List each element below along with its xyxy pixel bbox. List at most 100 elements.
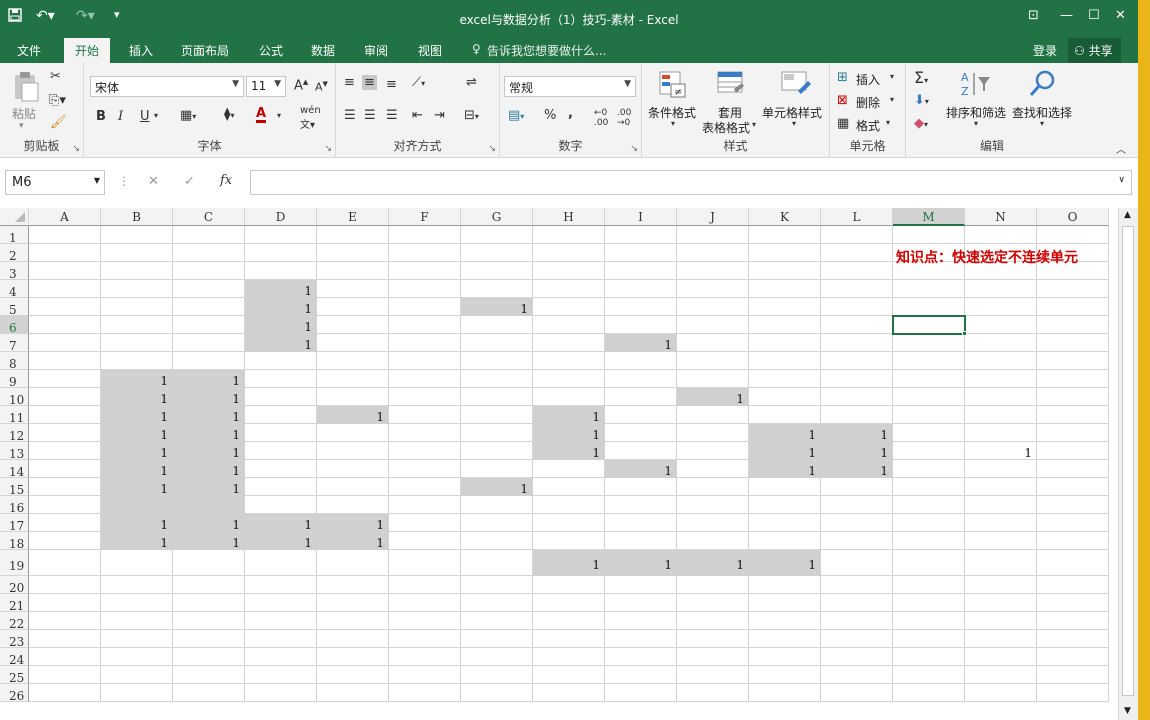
cell-d26[interactable]	[245, 684, 317, 702]
orientation-icon[interactable]: ⟋▾	[412, 75, 425, 90]
cell-styles-icon[interactable]	[780, 69, 812, 103]
cell-k26[interactable]	[749, 684, 821, 702]
cell-o19[interactable]	[1037, 550, 1109, 576]
cell-f15[interactable]	[389, 478, 461, 496]
cell-a20[interactable]	[29, 576, 101, 594]
cell-c25[interactable]	[173, 666, 245, 684]
cell-f3[interactable]	[389, 262, 461, 280]
cell-g1[interactable]	[461, 226, 533, 244]
cell-f9[interactable]	[389, 370, 461, 388]
cell-d7[interactable]: 1	[245, 334, 317, 352]
cell-a2[interactable]	[29, 244, 101, 262]
cell-b22[interactable]	[101, 612, 173, 630]
cell-m12[interactable]	[893, 424, 965, 442]
cell-c18[interactable]: 1	[173, 532, 245, 550]
cell-k8[interactable]	[749, 352, 821, 370]
cell-n17[interactable]	[965, 514, 1037, 532]
cell-e11[interactable]: 1	[317, 406, 389, 424]
select-all-corner[interactable]	[0, 208, 29, 226]
cell-i19[interactable]: 1	[605, 550, 677, 576]
align-left-icon[interactable]: ☰	[344, 108, 356, 123]
tab-page-layout[interactable]: 页面布局	[181, 42, 229, 59]
cell-n8[interactable]	[965, 352, 1037, 370]
cell-h8[interactable]	[533, 352, 605, 370]
cell-n20[interactable]	[965, 576, 1037, 594]
copy-icon[interactable]: ⎘▾	[49, 93, 66, 108]
cell-m4[interactable]	[893, 280, 965, 298]
format-painter-icon[interactable]: 🖌	[50, 115, 67, 130]
cell-c3[interactable]	[173, 262, 245, 280]
cell-f2[interactable]	[389, 244, 461, 262]
cell-n13[interactable]: 1	[965, 442, 1037, 460]
row-header-8[interactable]: 8	[0, 352, 29, 371]
cell-k21[interactable]	[749, 594, 821, 612]
font-size-select[interactable]: 11 ▼	[246, 76, 286, 97]
cell-e20[interactable]	[317, 576, 389, 594]
cell-m16[interactable]	[893, 496, 965, 514]
cell-j14[interactable]	[677, 460, 749, 478]
cell-n10[interactable]	[965, 388, 1037, 406]
decrease-font-icon[interactable]: A▼	[315, 80, 328, 94]
cell-j19[interactable]: 1	[677, 550, 749, 576]
cell-l23[interactable]	[821, 630, 893, 648]
cell-l8[interactable]	[821, 352, 893, 370]
cell-h9[interactable]	[533, 370, 605, 388]
cell-e3[interactable]	[317, 262, 389, 280]
cell-k7[interactable]	[749, 334, 821, 352]
row-header-25[interactable]: 25	[0, 666, 29, 685]
cell-k9[interactable]	[749, 370, 821, 388]
column-header-b[interactable]: B	[101, 208, 173, 226]
cell-m24[interactable]	[893, 648, 965, 666]
cell-l25[interactable]	[821, 666, 893, 684]
cell-l2[interactable]	[821, 244, 893, 262]
cell-n18[interactable]	[965, 532, 1037, 550]
cell-l16[interactable]	[821, 496, 893, 514]
cell-g9[interactable]	[461, 370, 533, 388]
row-header-22[interactable]: 22	[0, 612, 29, 631]
cell-l6[interactable]	[821, 316, 893, 334]
chevron-down-icon[interactable]: ▾	[671, 119, 675, 128]
cell-n16[interactable]	[965, 496, 1037, 514]
cell-d8[interactable]	[245, 352, 317, 370]
conditional-format-icon[interactable]: ≠	[658, 69, 688, 103]
sort-filter-icon[interactable]: AZ	[958, 69, 992, 103]
cell-n7[interactable]	[965, 334, 1037, 352]
cell-o25[interactable]	[1037, 666, 1109, 684]
cell-f4[interactable]	[389, 280, 461, 298]
cell-h10[interactable]	[533, 388, 605, 406]
row-header-17[interactable]: 17	[0, 514, 29, 533]
cell-o12[interactable]	[1037, 424, 1109, 442]
cell-f25[interactable]	[389, 666, 461, 684]
align-top-icon[interactable]: ≡	[344, 75, 355, 90]
cell-h22[interactable]	[533, 612, 605, 630]
cell-b23[interactable]	[101, 630, 173, 648]
fill-icon[interactable]: ⬇▾	[914, 93, 929, 108]
paste-dropdown-icon[interactable]: ▾	[19, 121, 24, 131]
chevron-down-icon[interactable]: ▾	[752, 120, 756, 129]
cell-l11[interactable]	[821, 406, 893, 424]
cell-k20[interactable]	[749, 576, 821, 594]
scroll-thumb[interactable]	[1122, 226, 1134, 696]
clear-icon[interactable]: ◆▾	[914, 116, 928, 131]
cell-e22[interactable]	[317, 612, 389, 630]
cell-e8[interactable]	[317, 352, 389, 370]
cell-i18[interactable]	[605, 532, 677, 550]
cell-j26[interactable]	[677, 684, 749, 702]
cell-d4[interactable]: 1	[245, 280, 317, 298]
paste-icon[interactable]	[12, 71, 40, 107]
close-icon[interactable]: ✕	[1115, 8, 1126, 23]
cell-b11[interactable]: 1	[101, 406, 173, 424]
cell-g25[interactable]	[461, 666, 533, 684]
cell-k18[interactable]	[749, 532, 821, 550]
cell-c8[interactable]	[173, 352, 245, 370]
cell-o9[interactable]	[1037, 370, 1109, 388]
cell-a19[interactable]	[29, 550, 101, 576]
clipboard-launcher-icon[interactable]: ↘	[72, 144, 80, 154]
cell-h11[interactable]: 1	[533, 406, 605, 424]
cell-d3[interactable]	[245, 262, 317, 280]
cell-k15[interactable]	[749, 478, 821, 496]
scroll-up-icon[interactable]: ▲	[1124, 210, 1131, 220]
cell-g21[interactable]	[461, 594, 533, 612]
cell-h6[interactable]	[533, 316, 605, 334]
cell-i20[interactable]	[605, 576, 677, 594]
